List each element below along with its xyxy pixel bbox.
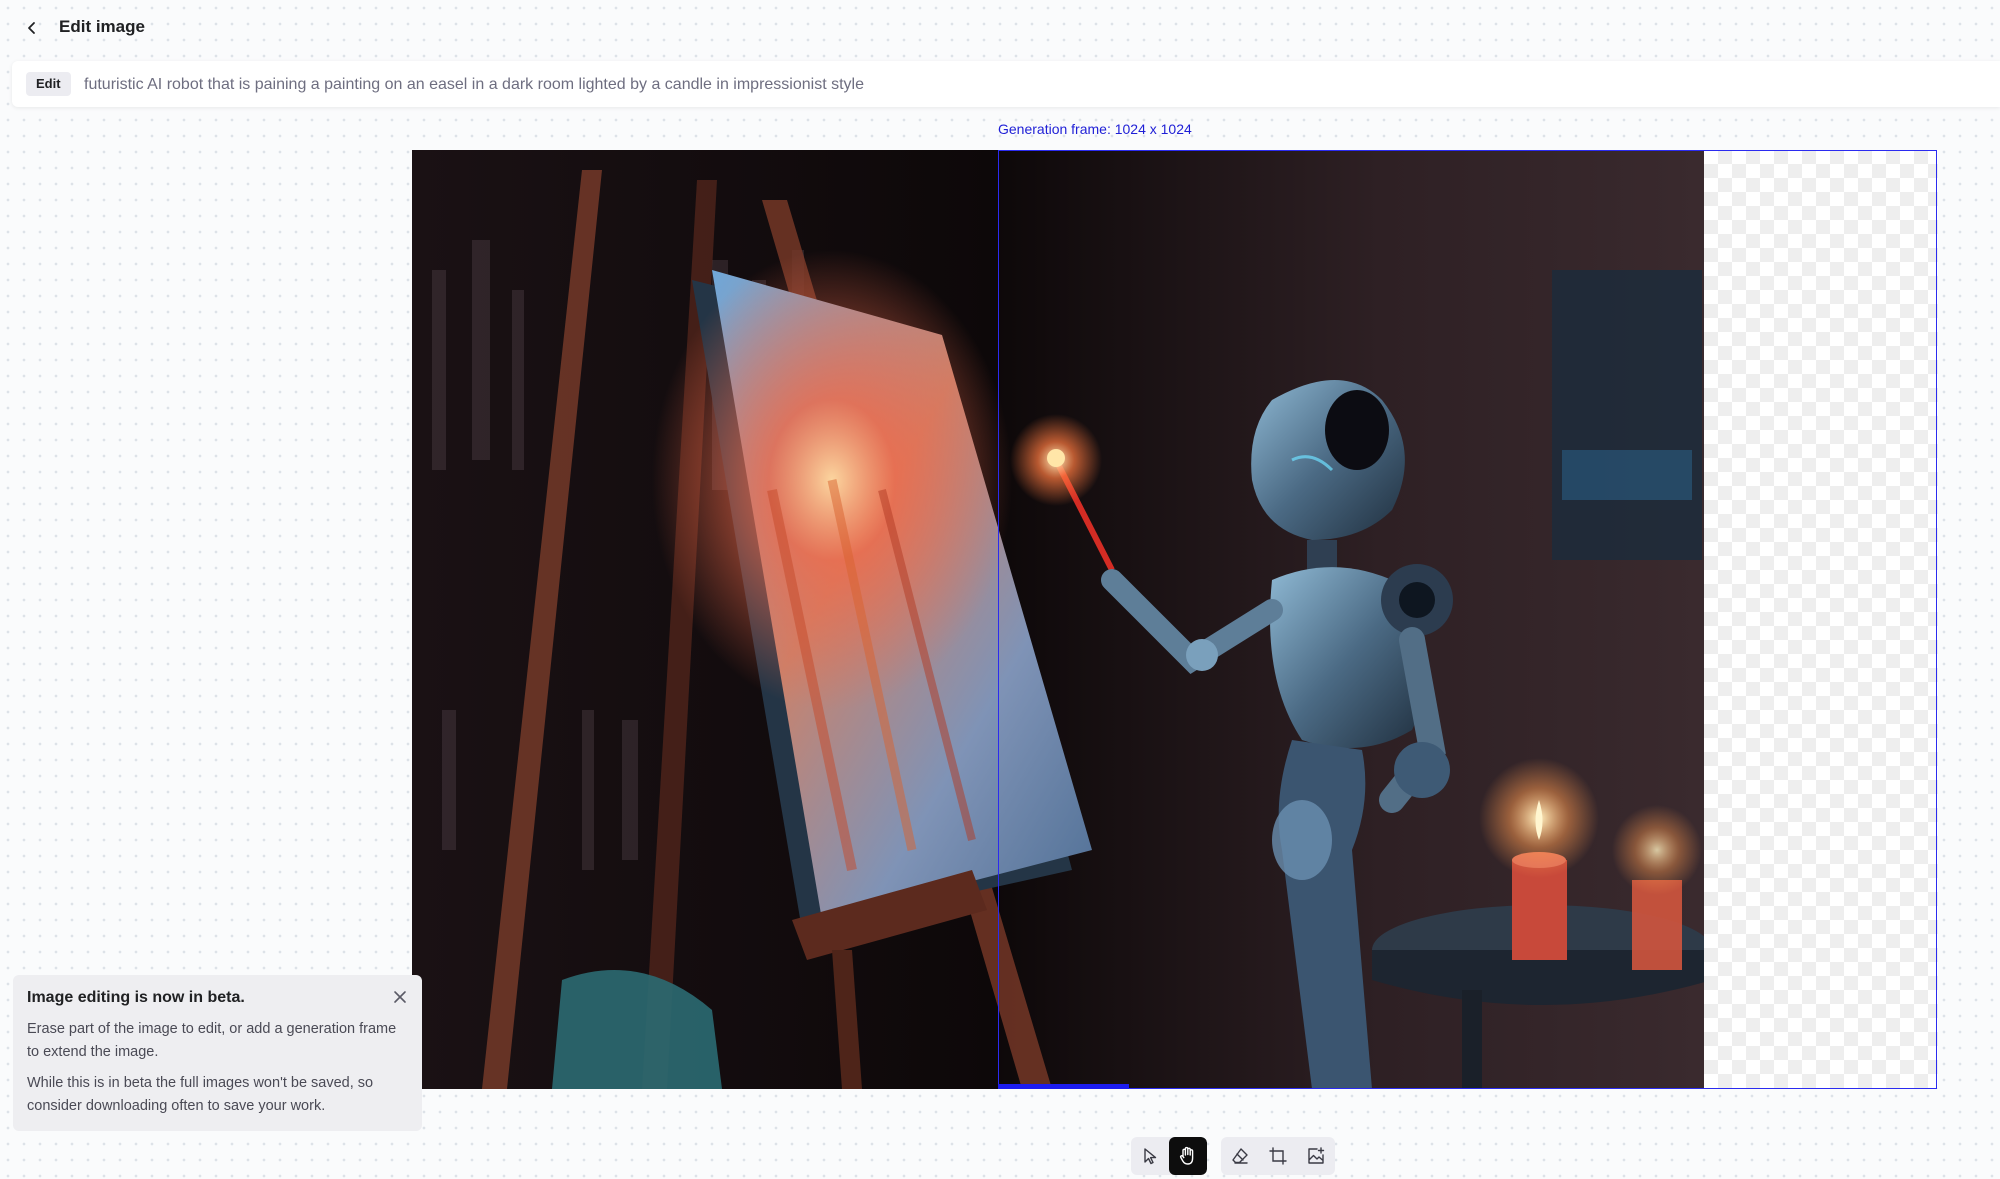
back-button[interactable] (20, 16, 44, 40)
beta-notice-text: Erase part of the image to edit, or add … (27, 1021, 397, 1060)
edit-tool-group (1221, 1137, 1335, 1175)
edit-badge: Edit (26, 72, 71, 96)
eraser-icon (1232, 1148, 1248, 1164)
eraser-tool-button[interactable] (1221, 1137, 1259, 1175)
close-icon (394, 991, 406, 1003)
generation-frame-icon (1269, 1147, 1287, 1165)
prompt-bar: Edit (12, 61, 2000, 107)
beta-notice: Image editing is now in beta. Erase part… (13, 975, 422, 1131)
select-tool-button[interactable] (1131, 1137, 1169, 1175)
upload-image-button[interactable] (1297, 1137, 1335, 1175)
page-title: Edit image (59, 17, 145, 36)
generation-progress (998, 1084, 1937, 1089)
generation-progress-fill (998, 1084, 1130, 1089)
upload-image-icon (1308, 1147, 1325, 1164)
canvas-toolbar (1131, 1137, 1335, 1175)
header: Edit image (0, 0, 2000, 56)
prompt-input[interactable] (82, 69, 1966, 101)
select-cursor-icon (1144, 1148, 1157, 1165)
add-generation-frame-button[interactable] (1259, 1137, 1297, 1175)
generation-frame-label: Generation frame: 1024 x 1024 (998, 121, 1192, 137)
navigation-tool-group (1131, 1137, 1207, 1175)
transparent-extension-area[interactable] (1704, 150, 1938, 1089)
chevron-left-icon (28, 22, 35, 34)
hand-tool-button[interactable] (1169, 1137, 1207, 1175)
hand-pan-icon (1179, 1146, 1194, 1165)
close-button[interactable] (390, 987, 410, 1007)
beta-notice-text: While this is in beta the full images wo… (27, 1075, 374, 1114)
beta-notice-title: Image editing is now in beta. (27, 989, 245, 1006)
canvas-image[interactable] (412, 150, 1704, 1089)
